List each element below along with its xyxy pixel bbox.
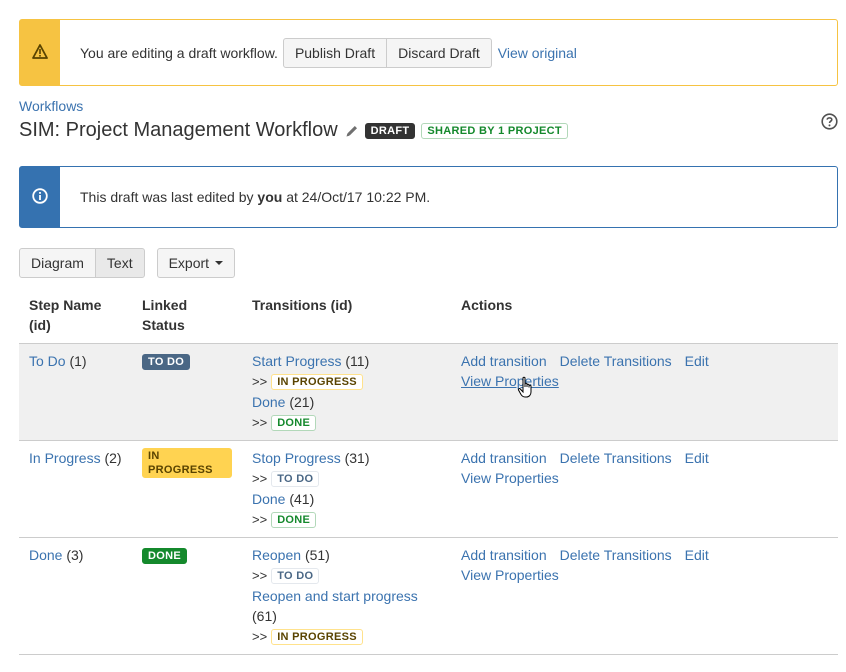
target-status-badge: IN PROGRESS [271,629,363,645]
actions-cell: Add transition Delete Transitions Edit Vie… [451,537,838,655]
info-user: you [257,189,283,205]
export-label: Export [168,255,210,271]
status-badge: TO DO [142,354,191,370]
add-transition-link[interactable]: Add transition [461,450,547,466]
step-id: (2) [104,450,122,466]
arrow-label: >> [252,374,268,389]
target-status-badge: DONE [271,415,317,431]
info-icon [32,187,48,207]
view-properties-link[interactable]: View Properties [461,470,559,486]
header-transitions: Transitions (id) [242,287,451,344]
draft-actions: Publish Draft Discard Draft [282,37,492,68]
diagram-view-button[interactable]: Diagram [19,248,96,278]
warning-message: You are editing a draft workflow. [80,44,278,61]
transition-link[interactable]: Reopen and start progress [252,588,418,604]
view-original-link[interactable]: View original [498,45,577,61]
help-icon[interactable] [821,113,838,133]
arrow-label: >> [252,629,268,644]
view-properties-link[interactable]: View Properties [461,567,559,583]
target-status-badge: IN PROGRESS [271,374,363,390]
step-cell: In Progress (2) [19,440,132,538]
step-id: (1) [69,353,87,369]
actions-cell: Add transition Delete Transitions Edit Vie… [451,343,838,441]
transitions-cell: Start Progress (11) >> IN PROGRESS Done (… [242,343,451,441]
delete-transitions-link[interactable]: Delete Transitions [560,353,672,369]
transition-link[interactable]: Reopen [252,547,301,563]
step-link-in-progress[interactable]: In Progress [29,450,101,466]
transition-link[interactable]: Done [252,394,285,410]
page-title: SIM: Project Management Workflow [19,119,338,141]
info-suffix: at 24/Oct/17 10:22 PM. [282,189,431,205]
info-prefix: This draft was last edited by [80,189,258,205]
draft-info-banner: This draft was last edited by you at 24/… [19,166,838,228]
text-view-button[interactable]: Text [94,248,145,278]
transitions-cell: Reopen (51) >> TO DO Reopen and start pro… [242,537,451,655]
edit-step-link[interactable]: Edit [685,450,709,466]
view-toolbar: Diagram Text Export [19,248,236,278]
pencil-icon[interactable] [345,124,359,138]
transition-link[interactable]: Start Progress [252,353,341,369]
header-actions: Actions [451,287,838,344]
discard-draft-button[interactable]: Discard Draft [386,37,492,68]
hand-pointer-icon [517,376,537,403]
header-linked-status: Linked Status [132,287,242,344]
arrow-label: >> [252,415,268,430]
transitions-cell: Stop Progress (31) >> TO DO Done (41) >> D… [242,440,451,538]
draft-warning-banner: You are editing a draft workflow. Publis… [19,19,838,86]
add-transition-link[interactable]: Add transition [461,547,547,563]
target-status-badge: DONE [271,512,317,528]
table-row: Done (3) DONE Reopen (51) >> TO DO Reopen… [19,537,838,655]
status-cell: IN PROGRESS [132,440,242,538]
step-link-done[interactable]: Done [29,547,62,563]
view-properties-link[interactable]: View Properties [461,373,559,389]
arrow-label: >> [252,512,268,527]
table-row: In Progress (2) IN PROGRESS Stop Progres… [19,440,838,538]
breadcrumb-workflows[interactable]: Workflows [19,98,83,114]
step-cell: To Do (1) [19,343,132,441]
status-cell: DONE [132,537,242,655]
info-strip [20,167,60,227]
warning-strip [20,20,60,85]
target-status-badge: TO DO [271,568,320,584]
edit-step-link[interactable]: Edit [685,353,709,369]
actions-cell: Add transition Delete Transitions Edit Vie… [451,440,838,538]
chevron-down-icon [215,261,224,265]
status-badge: DONE [142,548,187,564]
publish-draft-button[interactable]: Publish Draft [282,37,388,68]
transition-link[interactable]: Done [252,491,285,507]
page-header: SIM: Project Management Workflow DRAFT S… [19,119,568,142]
step-id: (3) [66,547,84,563]
delete-transitions-link[interactable]: Delete Transitions [560,547,672,563]
info-message: This draft was last edited by you at 24/… [80,189,430,205]
transition-link[interactable]: Stop Progress [252,450,341,466]
header-step-name: Step Name (id) [19,287,132,344]
table-row: To Do (1) TO DO Start Progress (11) >> IN… [19,343,838,441]
step-cell: Done (3) [19,537,132,655]
arrow-label: >> [252,568,268,583]
status-cell: TO DO [132,343,242,441]
delete-transitions-link[interactable]: Delete Transitions [560,450,672,466]
step-link-todo[interactable]: To Do [29,353,66,369]
table-header-row: Step Name (id) Linked Status Transitions (… [19,287,838,344]
warning-icon [32,43,48,62]
workflow-steps-table: Step Name (id) Linked Status Transitions (… [19,287,838,655]
view-toggle: Diagram Text [19,248,145,278]
status-badge: IN PROGRESS [142,448,232,478]
draft-badge: DRAFT [364,122,416,139]
target-status-badge: TO DO [271,471,320,487]
export-dropdown-button[interactable]: Export [156,248,236,278]
edit-step-link[interactable]: Edit [685,547,709,563]
shared-badge[interactable]: SHARED BY 1 PROJECT [421,122,568,139]
add-transition-link[interactable]: Add transition [461,353,547,369]
arrow-label: >> [252,471,268,486]
